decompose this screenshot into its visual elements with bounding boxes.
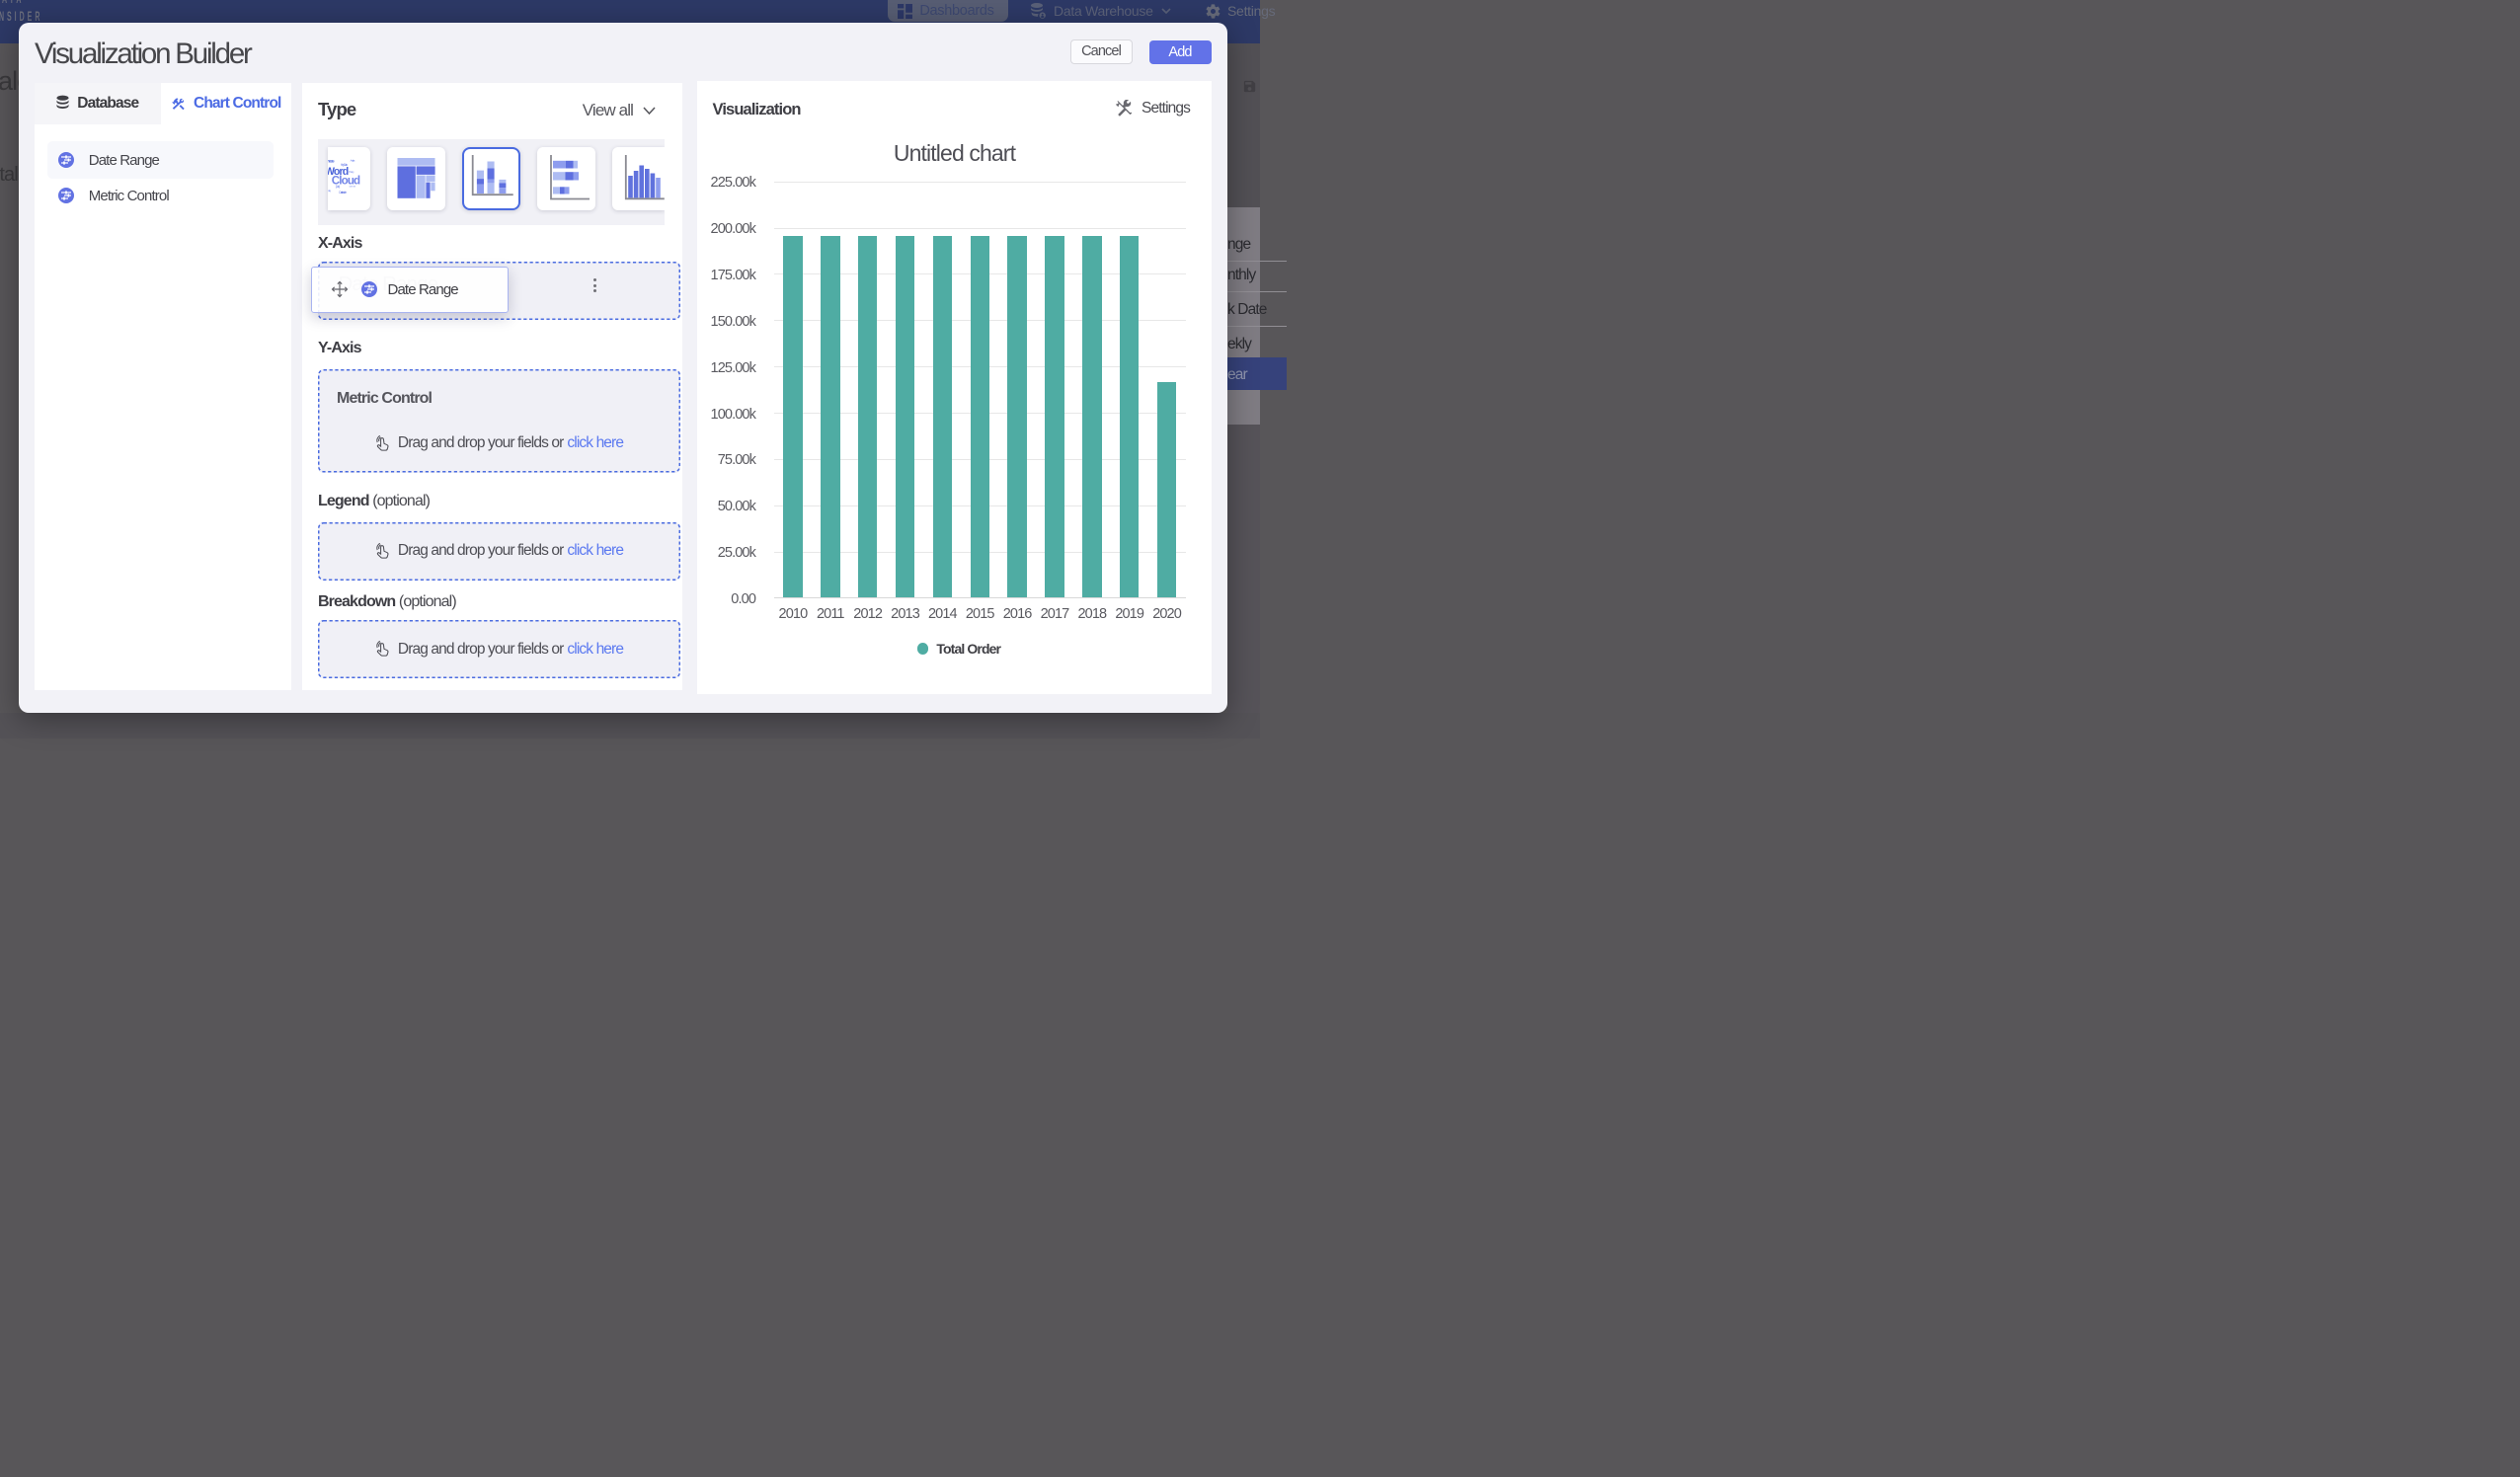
svg-text:Phrasing: Phrasing (349, 170, 354, 174)
svg-text:iness: iness (328, 158, 335, 163)
svg-text:ming: ming (328, 189, 331, 193)
svg-text:DataInsider: DataInsider (339, 191, 347, 194)
svg-text:Analytics: Analytics (351, 158, 355, 162)
